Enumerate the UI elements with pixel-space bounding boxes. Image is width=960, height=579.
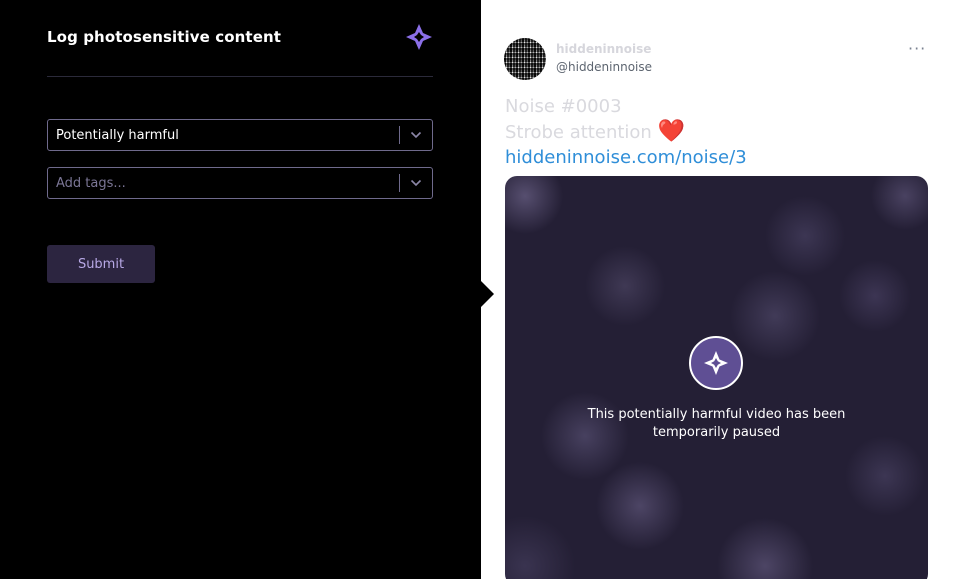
sparkle-icon	[689, 336, 743, 390]
tweet-link[interactable]: hiddeninnoise.com/noise/3	[505, 147, 747, 168]
avatar[interactable]	[504, 38, 546, 80]
severity-select[interactable]: Potentially harmful	[47, 119, 433, 151]
heart-emoji-icon: ❤️	[657, 119, 685, 144]
severity-select-value: Potentially harmful	[56, 127, 179, 143]
log-content-panel: Log photosensitive content Potentially h…	[0, 0, 481, 579]
chevron-down-icon[interactable]	[400, 168, 432, 198]
chevron-down-icon[interactable]	[400, 120, 432, 150]
tweet-line-subtitle: Strobe attention ❤️	[505, 119, 747, 145]
user-handle[interactable]: @hiddeninnoise	[556, 60, 652, 74]
user-display-name[interactable]: hiddeninnoise	[556, 42, 651, 56]
paused-video[interactable]: This potentially harmful video has been …	[505, 176, 928, 579]
tweet-subtitle-text: Strobe attention	[505, 122, 652, 143]
tweet-text: Noise #0003 Strobe attention ❤️ hiddenin…	[505, 94, 747, 170]
panel-pointer	[480, 280, 494, 308]
tags-input[interactable]	[48, 175, 399, 191]
sparkle-logo-icon	[406, 24, 432, 50]
submit-button[interactable]: Submit	[47, 245, 155, 283]
video-paused-message: This potentially harmful video has been …	[587, 407, 846, 440]
tweet-line-title: Noise #0003	[505, 96, 622, 117]
panel-divider	[47, 76, 433, 77]
panel-title: Log photosensitive content	[47, 28, 282, 46]
tags-select[interactable]	[47, 167, 433, 199]
more-options-icon[interactable]: ···	[908, 40, 930, 58]
